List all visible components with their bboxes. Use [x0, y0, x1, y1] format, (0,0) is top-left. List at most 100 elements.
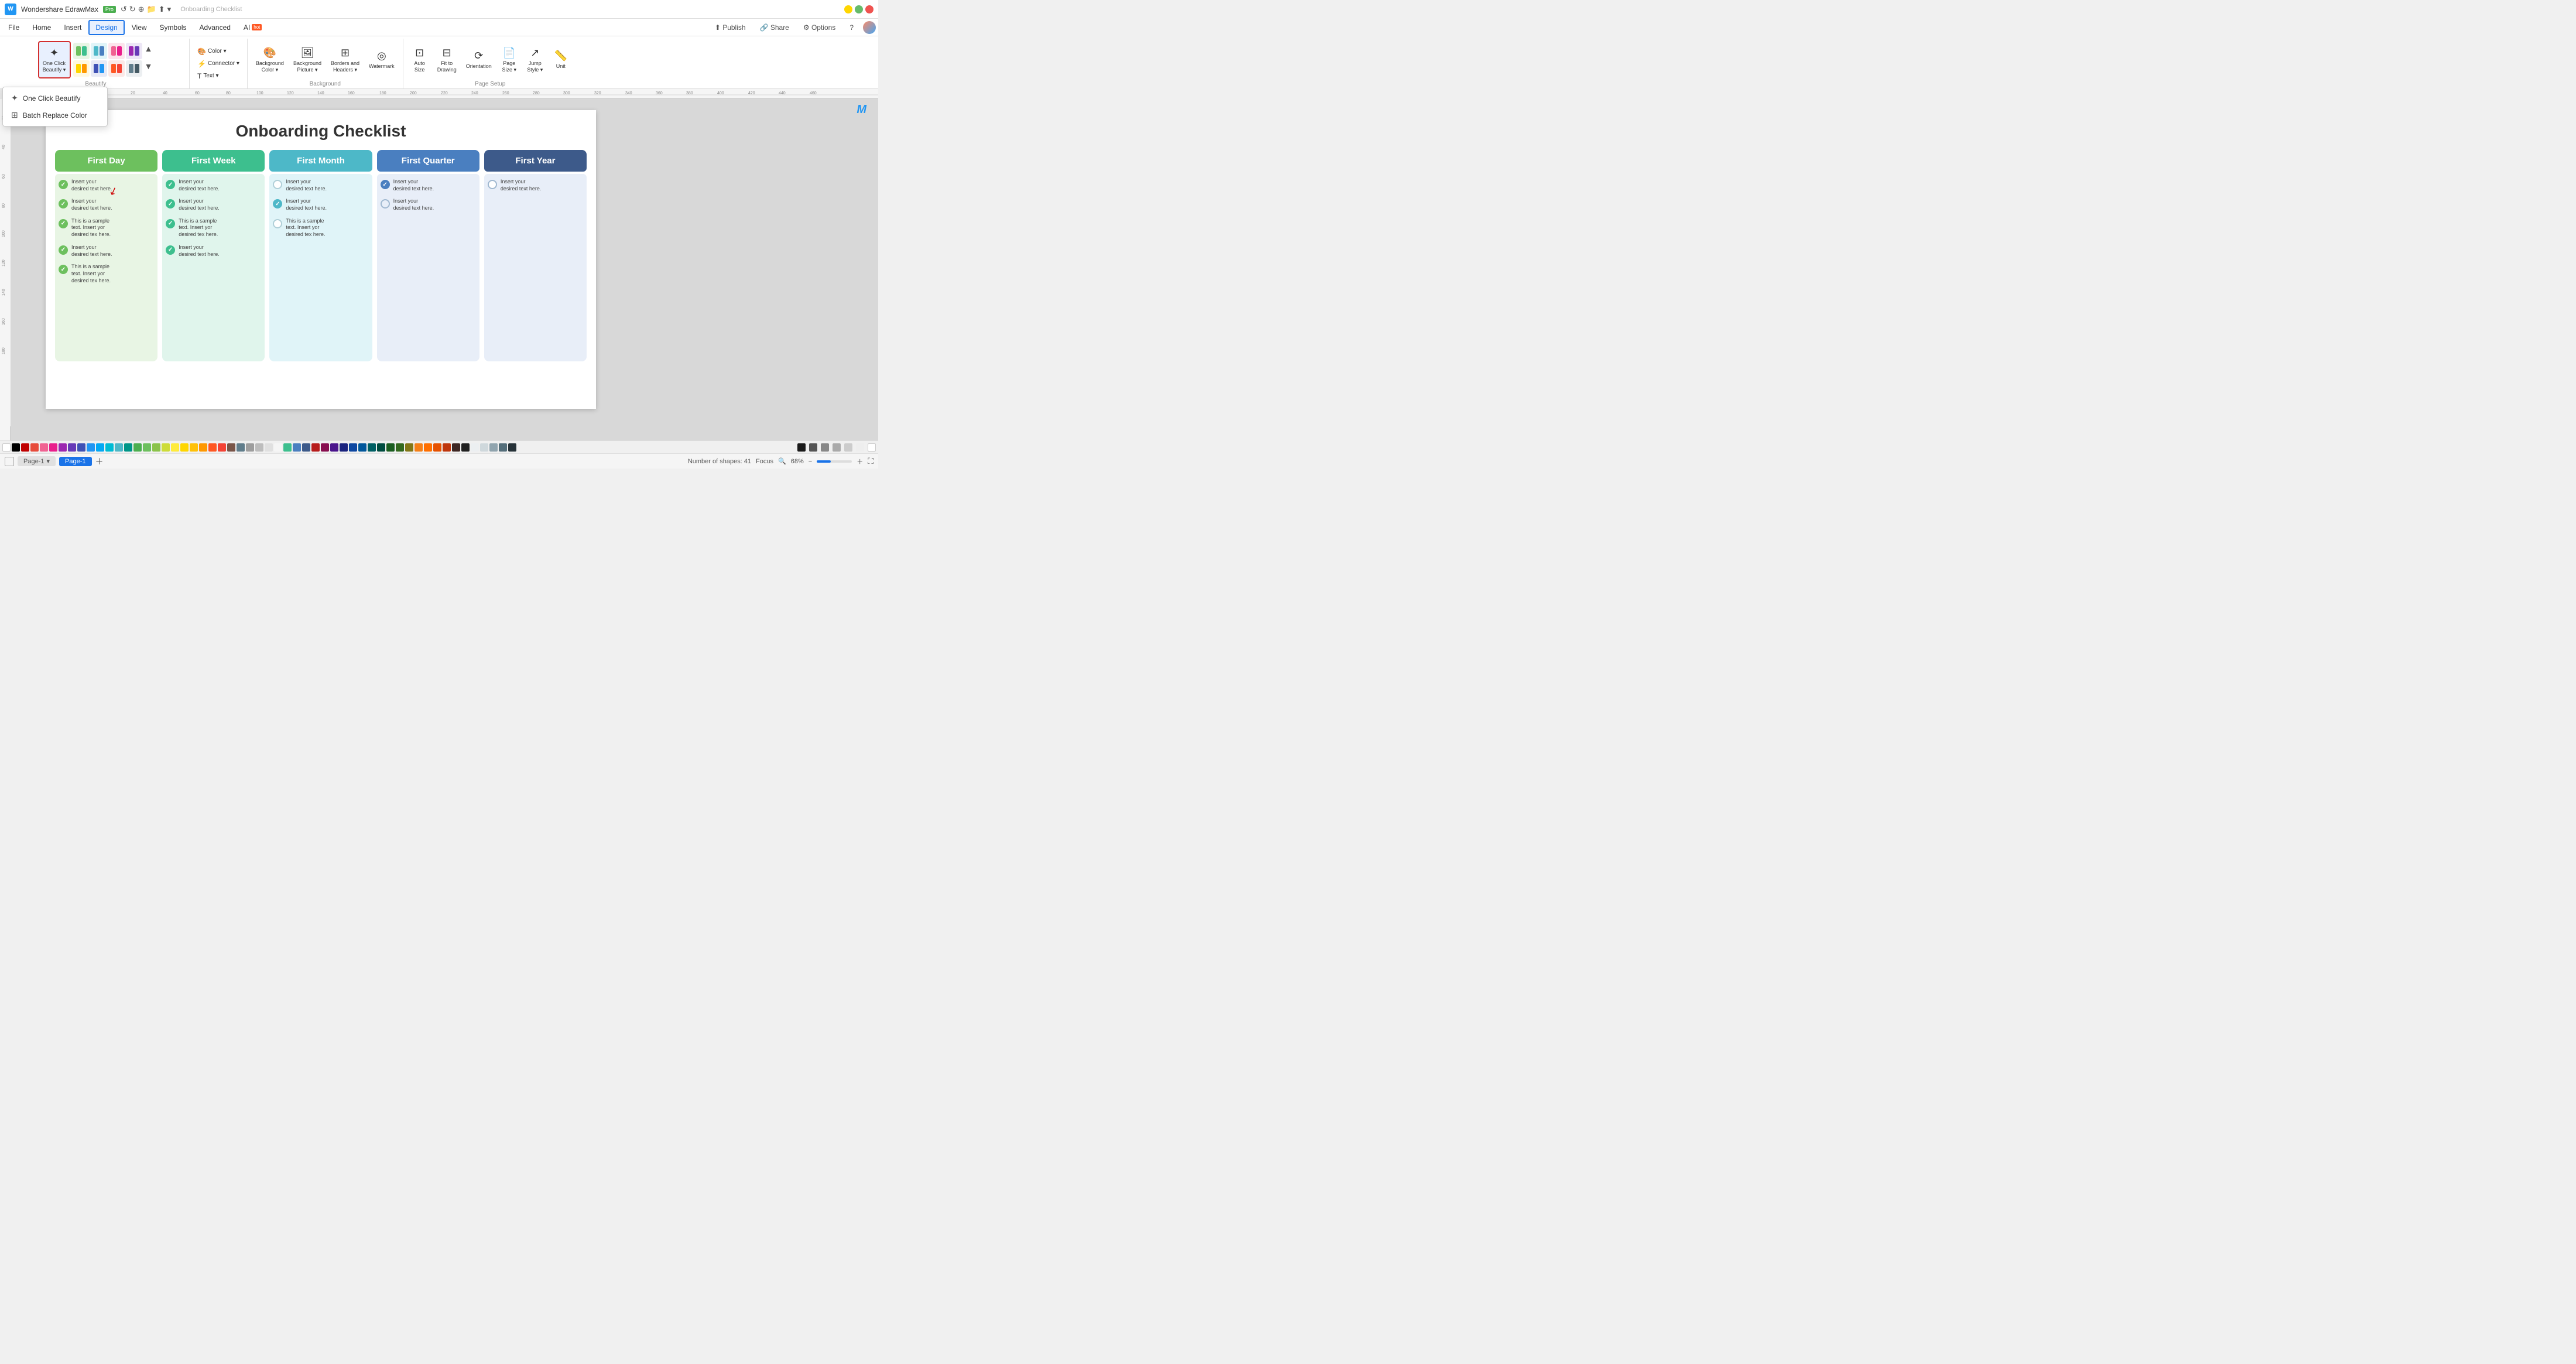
color-btn[interactable]: 🎨 Color ▾ — [194, 46, 242, 57]
style-btn-8[interactable] — [126, 60, 142, 77]
color-swatch-orange[interactable] — [199, 443, 207, 452]
color-swatch-black2[interactable] — [797, 443, 806, 452]
page-tab-dropdown[interactable]: ▾ — [46, 457, 50, 465]
fit-to-drawing-button[interactable]: ⊟ Fit toDrawing — [434, 45, 460, 76]
style-btn-5[interactable] — [73, 60, 90, 77]
color-swatch-hotpink[interactable] — [49, 443, 57, 452]
expand-up-icon[interactable]: ▲ — [143, 43, 154, 59]
color-swatch-yellow[interactable] — [171, 443, 179, 452]
jump-style-button[interactable]: ↗ JumpStyle ▾ — [523, 45, 547, 76]
publish-btn[interactable]: ⬆ Publish — [710, 22, 751, 33]
color-swatch-medium-blue[interactable] — [293, 443, 301, 452]
color-swatch-lime[interactable] — [152, 443, 160, 452]
menu-item-view[interactable]: View — [126, 21, 153, 34]
bg-picture-button[interactable]: 🖼 BackgroundPicture ▾ — [290, 45, 325, 76]
color-swatch-green[interactable] — [133, 443, 142, 452]
save-icon[interactable]: ⊕ — [138, 5, 145, 14]
one-click-beautify-button[interactable]: ✦ One ClickBeautify ▾ — [38, 41, 71, 78]
focus-label[interactable]: Focus — [756, 458, 773, 465]
color-swatch-black[interactable] — [12, 443, 20, 452]
color-swatch-grey2[interactable] — [833, 443, 841, 452]
minimize-button[interactable] — [844, 5, 852, 13]
close-button[interactable] — [865, 5, 873, 13]
help-btn[interactable]: ? — [845, 22, 858, 33]
color-swatch-indigo[interactable] — [77, 443, 85, 452]
color-swatch-dark-lightgreen[interactable] — [396, 443, 404, 452]
unit-button[interactable]: 📏 Unit — [549, 47, 573, 72]
color-swatch-medgrey[interactable] — [821, 443, 829, 452]
color-swatch-lightgreen[interactable] — [143, 443, 151, 452]
connector-btn[interactable]: ⚡ Connector ▾ — [194, 59, 242, 69]
color-swatch-light-blue-grey[interactable] — [480, 443, 488, 452]
menu-item-home[interactable]: Home — [26, 21, 57, 34]
style-btn-1[interactable] — [73, 43, 90, 59]
color-swatch-dark-lightblue[interactable] — [358, 443, 366, 452]
menu-item-design[interactable]: Design — [88, 20, 124, 35]
dropdown-one-click-beautify[interactable]: ✦ One Click Beautify — [3, 90, 107, 107]
color-swatch-dark-amber[interactable] — [415, 443, 423, 452]
color-swatch-darkred[interactable] — [21, 443, 29, 452]
color-swatch-dark-cyan[interactable] — [368, 443, 376, 452]
color-swatch-red[interactable] — [30, 443, 39, 452]
color-swatch-dark-blue-grey[interactable] — [499, 443, 507, 452]
color-swatch-very-dark-blue-grey[interactable] — [508, 443, 516, 452]
color-swatch-bluegrey[interactable] — [237, 443, 245, 452]
color-swatch-white[interactable] — [2, 443, 11, 452]
color-swatch-deeppurple[interactable] — [68, 443, 76, 452]
color-swatch-medium-blue-grey[interactable] — [489, 443, 498, 452]
color-swatch-yellow-lime[interactable] — [162, 443, 170, 452]
folder-icon[interactable]: 📁 — [147, 5, 156, 14]
expand-down-icon[interactable]: ▼ — [143, 60, 154, 77]
color-swatch-mint[interactable] — [283, 443, 292, 452]
color-swatch-verylightgrey[interactable] — [856, 443, 864, 452]
orientation-button[interactable]: ⟳ Orientation — [463, 47, 495, 72]
color-swatch-lightblue[interactable] — [96, 443, 104, 452]
color-swatch-dark-orange[interactable] — [424, 443, 432, 452]
color-swatch-lightgrey[interactable] — [255, 443, 263, 452]
maximize-button[interactable] — [855, 5, 863, 13]
add-page-btn[interactable]: ＋ — [95, 456, 104, 467]
menu-item-ai[interactable]: AI hot — [238, 21, 268, 34]
text-btn[interactable]: T Text ▾ — [194, 71, 242, 81]
menu-item-advanced[interactable]: Advanced — [194, 21, 237, 34]
watermark-button[interactable]: ◎ Watermark — [365, 47, 398, 72]
color-swatch-orange-amber[interactable] — [190, 443, 198, 452]
color-swatch-dark-deeporange[interactable] — [433, 443, 441, 452]
export-icon[interactable]: ⬆ — [159, 5, 165, 14]
style-btn-4[interactable] — [126, 43, 142, 59]
auto-size-button[interactable]: ⊡ AutoSize — [408, 45, 431, 76]
color-swatch-dark-purple[interactable] — [330, 443, 338, 452]
style-btn-3[interactable] — [108, 43, 125, 59]
color-swatch-purple[interactable] — [59, 443, 67, 452]
menu-item-insert[interactable]: Insert — [58, 21, 87, 34]
color-swatch-teal2[interactable] — [124, 443, 132, 452]
color-swatch-dark-teal[interactable] — [377, 443, 385, 452]
share-btn[interactable]: 🔗 Share — [755, 22, 794, 33]
color-swatch-red2[interactable] — [218, 443, 226, 452]
color-swatch-very-dark-orange[interactable] — [443, 443, 451, 452]
zoom-in-btn[interactable]: ＋ — [857, 457, 863, 466]
color-swatch-cyan[interactable] — [105, 443, 114, 452]
color-swatch-teal[interactable] — [115, 443, 123, 452]
user-avatar[interactable] — [863, 21, 876, 34]
page-tab-1[interactable]: Page-1 ▾ — [18, 456, 56, 466]
color-swatch-white2[interactable] — [868, 443, 876, 452]
color-swatch-near-black[interactable] — [461, 443, 470, 452]
color-swatch-dark-lime[interactable] — [405, 443, 413, 452]
bg-color-button[interactable]: 🎨 BackgroundColor ▾ — [252, 45, 287, 76]
color-swatch-pink[interactable] — [40, 443, 48, 452]
menu-item-symbols[interactable]: Symbols — [154, 21, 193, 34]
color-swatch-dark-green[interactable] — [386, 443, 395, 452]
color-swatch-dark-brown[interactable] — [452, 443, 460, 452]
color-swatch-very-light-blue[interactable] — [471, 443, 479, 452]
color-swatch-lightgrey2[interactable] — [844, 443, 852, 452]
color-swatch-darkgrey[interactable] — [809, 443, 817, 452]
zoom-out-btn[interactable]: − — [809, 458, 812, 465]
color-swatch-very-dark-red[interactable] — [311, 443, 320, 452]
borders-button[interactable]: ⊞ Borders andHeaders ▾ — [327, 45, 363, 76]
zoom-slider[interactable] — [817, 460, 852, 463]
color-swatch-grey[interactable] — [246, 443, 254, 452]
color-swatch-deep-orange[interactable] — [208, 443, 217, 452]
menu-item-file[interactable]: File — [2, 21, 25, 34]
color-swatch-blue[interactable] — [87, 443, 95, 452]
